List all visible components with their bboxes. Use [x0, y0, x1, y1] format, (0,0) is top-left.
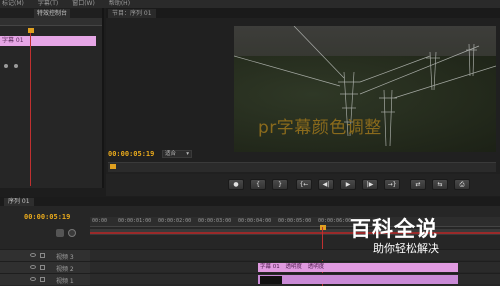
- menu-item-window[interactable]: 窗口(W): [72, 0, 95, 8]
- video-clip[interactable]: [258, 275, 458, 284]
- ruler-tick-label: 00:00:06:00: [318, 218, 352, 224]
- fit-dropdown[interactable]: 适合 ▾: [162, 150, 192, 158]
- menu-item-title[interactable]: 字幕(T): [38, 0, 58, 8]
- mark-out-button[interactable]: }: [272, 179, 288, 190]
- tab-sequence[interactable]: 序列 01: [4, 198, 34, 206]
- keyframe-dot-icon[interactable]: [14, 64, 18, 68]
- clip-effect-label: 透明度: [307, 264, 325, 270]
- step-back-button[interactable]: ◀|: [318, 179, 334, 190]
- ruler-tick-label: 00:00:02:00: [158, 218, 192, 224]
- timeline-tabbar: 序列 01: [0, 197, 500, 206]
- tab-program-monitor[interactable]: 节目：序列 01: [108, 9, 156, 18]
- track-video-1: 视频 1: [0, 273, 500, 285]
- effect-controls-panel: 特效控制台 字幕 01: [0, 8, 104, 188]
- effect-playhead-handle[interactable]: [28, 28, 34, 33]
- clip-effect-label: 透明度: [285, 264, 303, 270]
- lift-button[interactable]: ⇄: [410, 179, 426, 190]
- eye-icon[interactable]: [30, 253, 36, 257]
- work-area-bar[interactable]: [90, 229, 500, 235]
- ruler-tick-label: 00:00:05:00: [278, 218, 312, 224]
- play-button[interactable]: ▶: [340, 179, 356, 190]
- program-monitor: 节目：序列 01 pr字幕颜色调整 00:00:05:19 适合 ▾: [106, 8, 500, 188]
- go-to-out-button[interactable]: →}: [384, 179, 400, 190]
- effect-playhead[interactable]: [30, 30, 31, 186]
- marker-icon[interactable]: [68, 229, 76, 237]
- ruler-tick-label: 00:00:01:00: [118, 218, 152, 224]
- fit-dropdown-value: 适合: [165, 151, 177, 157]
- monitor-scrub-bar[interactable]: [108, 162, 496, 172]
- ruler-tick-label: 00:00:04:00: [238, 218, 272, 224]
- tab-effect-controls[interactable]: 特效控制台: [34, 9, 71, 18]
- effect-clip-bar[interactable]: 字幕 01: [0, 36, 96, 46]
- track-label: 视频 3: [56, 254, 74, 261]
- lock-icon[interactable]: [40, 265, 45, 270]
- step-forward-button[interactable]: |▶: [362, 179, 378, 190]
- watermark-subtitle: 助你轻松解决: [373, 242, 439, 255]
- lock-icon[interactable]: [40, 277, 45, 282]
- transport-controls: ● { } {← ◀| ▶ |▶ →} ⇄ ⇆ ⎙: [106, 174, 500, 196]
- timeline-playhead-handle[interactable]: [320, 225, 326, 230]
- track-header: 视频 2: [0, 262, 90, 273]
- extract-button[interactable]: ⇆: [432, 179, 448, 190]
- clip-thumbnail: [260, 276, 282, 284]
- watermark-title: 百科全说: [350, 217, 438, 241]
- monitor-tabbar: 节目：序列 01: [106, 8, 500, 18]
- clip-label: 字幕 01: [260, 264, 280, 270]
- ruler-tick-label: 00:00:03:00: [198, 218, 232, 224]
- lock-icon[interactable]: [40, 253, 45, 258]
- ruler-tick-label: 00:00: [92, 218, 108, 224]
- add-marker-button[interactable]: ●: [228, 179, 244, 190]
- render-bar: [90, 232, 500, 234]
- effect-controls-ruler[interactable]: [0, 18, 102, 26]
- menu-item-help[interactable]: 帮助(H): [109, 0, 130, 8]
- track-label: 视频 2: [56, 266, 74, 273]
- title-caption: pr字幕颜色调整: [258, 118, 382, 138]
- go-to-in-button[interactable]: {←: [296, 179, 312, 190]
- track-label: 视频 1: [56, 278, 74, 285]
- program-timecode[interactable]: 00:00:05:19: [108, 150, 154, 158]
- snap-icon[interactable]: [56, 229, 64, 237]
- eye-icon[interactable]: [30, 265, 36, 269]
- track-header: 视频 3: [0, 250, 90, 261]
- time-ruler[interactable]: 00:00 00:00:01:00 00:00:02:00 00:00:03:0…: [90, 217, 500, 227]
- track-video-2: 视频 2 字幕 01 透明度 透明度: [0, 261, 500, 273]
- keyframe-dot-icon[interactable]: [4, 64, 8, 68]
- monitor-playhead-handle[interactable]: [110, 164, 116, 169]
- menu-item-mark[interactable]: 标记(M): [2, 0, 24, 8]
- left-panel-tabs: 特效控制台: [0, 8, 102, 18]
- timeline-timecode[interactable]: 00:00:05:19: [24, 213, 70, 221]
- mark-in-button[interactable]: {: [250, 179, 266, 190]
- eye-icon[interactable]: [30, 277, 36, 281]
- track-header: 视频 1: [0, 274, 90, 285]
- menu-bar: 标记(M) 字幕(T) 窗口(W) 帮助(H): [0, 0, 500, 8]
- chevron-down-icon: ▾: [186, 151, 189, 157]
- export-frame-button[interactable]: ⎙: [454, 179, 470, 190]
- title-clip[interactable]: 字幕 01 透明度 透明度: [258, 263, 458, 272]
